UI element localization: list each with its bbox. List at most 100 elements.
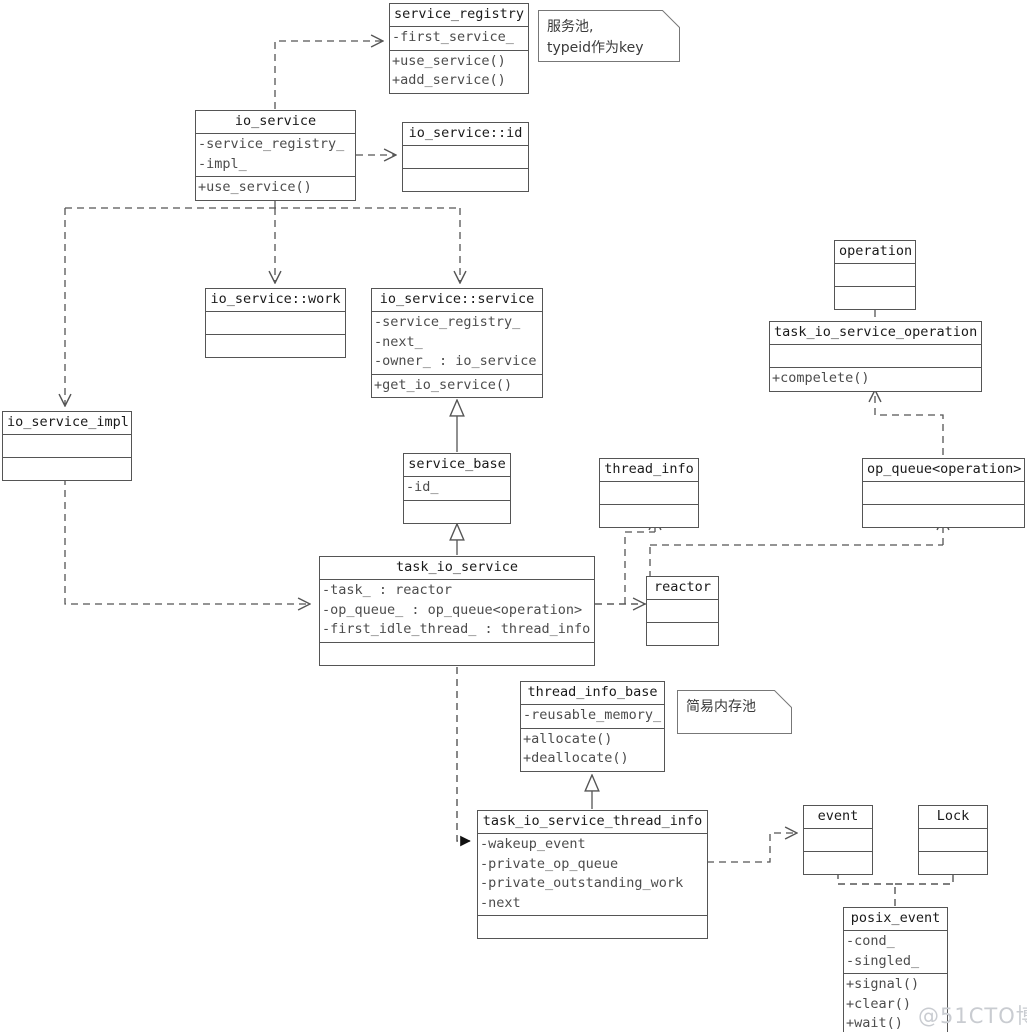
class-attributes: -reusable_memory_ [521, 705, 664, 729]
attribute-row: -task_ : reactor [322, 582, 453, 598]
class-attributes [863, 482, 1024, 505]
class-name: op_queue<operation> [863, 459, 1024, 482]
class-attributes [403, 146, 528, 169]
class-name: posix_event [844, 908, 947, 931]
class-attributes: -cond_ -singled_ [844, 931, 947, 974]
class-name: task_io_service [320, 557, 594, 580]
class-thread-info[interactable]: thread_info [599, 458, 699, 528]
attribute-row: -op_queue_ : op_queue<operation> [322, 601, 583, 618]
operation-row: +add_service() [392, 72, 506, 88]
uml-class-diagram: service_registry -first_service_ +use_se… [0, 0, 1027, 1032]
class-name: io_service [196, 111, 355, 134]
note-service-pool: 服务池, typeid作为key [538, 10, 680, 62]
edge-impl-to-task-io-service [64, 466, 310, 604]
class-operations: +get_io_service() [372, 375, 542, 398]
class-name: reactor [647, 577, 718, 600]
class-attributes: -service_registry_ -next_ -owner_ : io_s… [372, 312, 542, 375]
operation-row: +compelete() [772, 370, 870, 386]
operation-row: +use_service() [198, 179, 312, 195]
edge-op-queue-to-task-op [875, 390, 944, 455]
class-name: Lock [919, 806, 987, 829]
class-name: thread_info_base [521, 682, 664, 705]
class-attributes [835, 264, 915, 287]
class-name: task_io_service_operation [770, 322, 981, 345]
class-attributes: -id_ [404, 477, 510, 501]
class-attributes: -task_ : reactor -op_queue_ : op_queue<o… [320, 580, 594, 643]
attribute-row: -private_outstanding_work [480, 875, 684, 891]
attribute-row: -wakeup_event [480, 836, 586, 852]
class-service-base[interactable]: service_base -id_ [403, 453, 511, 524]
operation-row: +allocate() [523, 730, 613, 747]
class-operations: +compelete() [770, 368, 981, 391]
class-name: operation [835, 241, 915, 264]
class-io-service-work[interactable]: io_service::work [205, 288, 346, 358]
class-name: io_service::id [403, 123, 528, 146]
class-event[interactable]: event [803, 805, 873, 875]
attribute-row: -singled_ [846, 952, 920, 969]
edge-thread-info-to-event [707, 833, 797, 863]
class-operation[interactable]: operation [834, 240, 916, 310]
edge-task-bus-right [595, 598, 651, 605]
class-thread-info-base[interactable]: thread_info_base -reusable_memory_ +allo… [520, 681, 665, 772]
operation-row: +get_io_service() [374, 376, 513, 393]
class-attributes: -wakeup_event -private_op_queue -private… [478, 834, 707, 916]
class-operations [647, 623, 718, 645]
class-task-io-service-operation[interactable]: task_io_service_operation +compelete() [769, 321, 982, 392]
class-io-service[interactable]: io_service -service_registry_ -impl_ +us… [195, 110, 356, 201]
class-attributes [600, 482, 698, 505]
class-operations: +use_service() [196, 177, 355, 200]
attribute-row: -first_service_ [392, 29, 514, 45]
operation-row: +signal() [846, 976, 920, 992]
class-name: task_io_service_thread_info [478, 811, 707, 834]
class-operations [804, 852, 872, 874]
class-operations [206, 335, 345, 357]
class-operations: +allocate() +deallocate() [521, 729, 664, 771]
operation-row: +use_service() [392, 52, 506, 69]
class-attributes: -service_registry_ -impl_ [196, 134, 355, 177]
class-io-service-id[interactable]: io_service::id [402, 122, 529, 192]
class-name: io_service::service [372, 289, 542, 312]
attribute-row: -owner_ : io_service [374, 353, 537, 369]
class-operations [863, 505, 1024, 527]
class-name: thread_info [600, 459, 698, 482]
operation-row: +deallocate() [523, 750, 629, 766]
class-attributes: -first_service_ [390, 27, 528, 51]
class-io-service-service[interactable]: io_service::service -service_registry_ -… [371, 288, 543, 398]
attribute-row: -reusable_memory_ [523, 707, 662, 723]
class-operations [478, 916, 707, 938]
class-name: service_registry [390, 4, 528, 27]
attribute-row: -next [480, 894, 521, 911]
class-lock[interactable]: Lock [918, 805, 988, 875]
class-op-queue[interactable]: op_queue<operation> [862, 458, 1025, 528]
note-text: 服务池, typeid作为key [547, 19, 644, 56]
class-operations [320, 643, 594, 665]
attribute-row: -next_ [374, 333, 423, 350]
class-attributes [3, 435, 131, 458]
attribute-row: -service_registry_ [374, 314, 521, 330]
class-name: service_base [404, 454, 510, 477]
class-attributes [206, 312, 345, 335]
class-reactor[interactable]: reactor [646, 576, 719, 646]
class-operations [404, 501, 510, 523]
class-task-io-service[interactable]: task_io_service -task_ : reactor -op_que… [319, 556, 595, 666]
attribute-row: -cond_ [846, 933, 895, 949]
class-task-io-service-thread-info[interactable]: task_io_service_thread_info -wakeup_even… [477, 810, 708, 939]
class-name: io_service_impl [3, 412, 131, 435]
edge-io-service-to-service-registry [274, 41, 383, 109]
class-io-service-impl[interactable]: io_service_impl [2, 411, 132, 481]
attribute-row: -id_ [406, 479, 439, 495]
class-operations [835, 287, 915, 309]
class-operations [919, 852, 987, 874]
class-operations [3, 458, 131, 480]
attribute-row: -first_idle_thread_ : thread_info [322, 621, 591, 637]
class-operations [600, 505, 698, 527]
attribute-row: -service_registry_ [198, 136, 345, 152]
note-text: 简易内存池 [686, 699, 756, 715]
class-name: io_service::work [206, 289, 345, 312]
class-attributes [770, 345, 981, 368]
class-service-registry[interactable]: service_registry -first_service_ +use_se… [389, 3, 529, 94]
note-memory-pool: 简易内存池 [677, 690, 792, 734]
attribute-row: -private_op_queue [480, 855, 619, 872]
class-name: event [804, 806, 872, 829]
watermark-label: @51CTO博客 [918, 1004, 1027, 1028]
